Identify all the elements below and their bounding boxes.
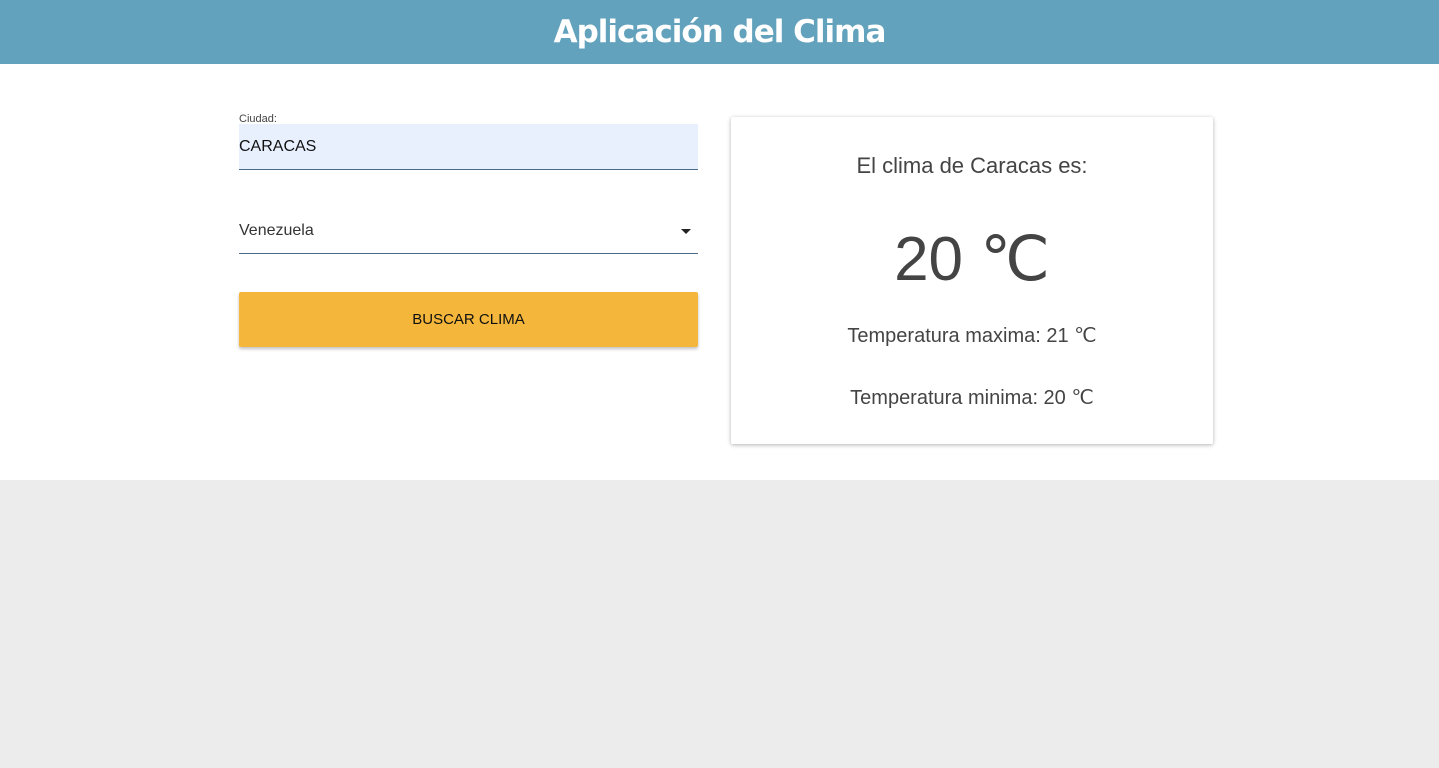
country-selected-value: Venezuela (239, 222, 314, 239)
min-temperature: Temperatura minima: 20 ℃ (850, 387, 1094, 409)
search-weather-button[interactable]: BUSCAR CLIMA (239, 292, 698, 347)
city-input[interactable] (239, 124, 698, 170)
weather-result-card: El clima de Caracas es: 20 ℃ Temperatura… (731, 117, 1213, 444)
current-temperature: 20 ℃ (894, 225, 1050, 294)
max-temperature: Temperatura maxima: 21 ℃ (847, 325, 1097, 347)
country-select[interactable]: Venezuela (239, 209, 698, 254)
app-title: Aplicación del Clima (553, 14, 887, 50)
app-header: Aplicación del Clima (0, 0, 1439, 64)
result-title: El clima de Caracas es: (856, 153, 1088, 178)
main-content: Ciudad: Venezuela BUSCAR CLIMA El clima … (0, 64, 1439, 480)
caret-down-icon (681, 229, 691, 234)
